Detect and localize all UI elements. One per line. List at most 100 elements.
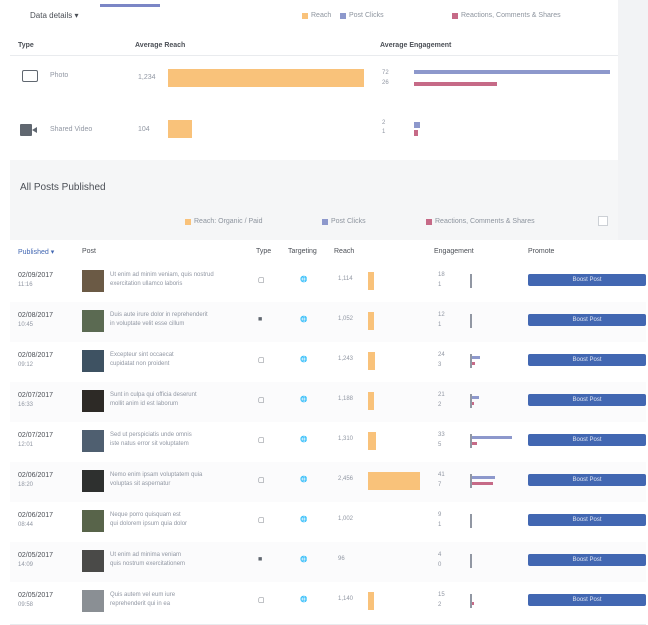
boost-post-button[interactable]: Boost Post (528, 394, 646, 406)
globe-icon: 🌐 (300, 397, 308, 403)
legend-label: Reactions, Comments & Shares (435, 218, 535, 225)
globe-icon: 🌐 (300, 597, 308, 603)
post-reach-value: 1,052 (338, 316, 354, 322)
table-row[interactable]: 02/07/2017 12:01 Sed ut perspiciatis unde … (10, 422, 646, 465)
engagement-value: 15 (438, 592, 445, 598)
summary-type-label: Shared Video (50, 126, 93, 133)
boost-post-button[interactable]: Boost Post (528, 474, 646, 486)
table-row[interactable]: 02/05/2017 14:09 Ut enim ad minima veniam q… (10, 542, 646, 585)
legend-item[interactable]: Reactions, Comments & Shares (452, 12, 561, 19)
summary-type-label: Photo (50, 72, 69, 79)
post-reach-value: 1,114 (338, 276, 353, 282)
post-time: 09:12 (18, 362, 34, 368)
post-thumbnail[interactable] (82, 590, 104, 612)
col-reach-header: Reach (334, 248, 355, 255)
col-type-header: Type (256, 248, 272, 255)
boost-post-button[interactable]: Boost Post (528, 314, 646, 326)
table-row[interactable]: 02/07/2017 16:33 Sunt in culpa qui officia… (10, 382, 646, 425)
post-thumbnail[interactable] (82, 550, 104, 572)
post-thumbnail[interactable] (82, 310, 104, 332)
summary-eng-value: 1 (382, 129, 386, 135)
engagement-value: 7 (438, 482, 442, 488)
table-row[interactable]: 02/06/2017 08:44 Neque porro quisquam est q… (10, 502, 646, 545)
legend-item[interactable]: Reach (302, 12, 331, 19)
post-type-icon: ■ (258, 316, 263, 323)
post-subtitle: mollit anim id est laborum (110, 401, 179, 407)
legend-item[interactable]: Post Clicks (322, 218, 366, 225)
legend-item[interactable]: Post Clicks (340, 12, 384, 19)
engagement-value: 3 (438, 362, 442, 368)
post-time: 11:16 (18, 282, 33, 288)
post-title[interactable]: Nemo enim ipsam voluptatem quia (110, 472, 202, 478)
post-thumbnail[interactable] (82, 430, 104, 452)
post-date: 02/05/2017 (18, 592, 54, 599)
reactions-bar (472, 482, 493, 485)
globe-icon: 🌐 (300, 477, 308, 483)
tab-indicator (100, 4, 160, 7)
data-details-tab[interactable]: Data details ▾ (30, 11, 78, 20)
col-avg-engagement-header: Average Engagement (380, 42, 452, 49)
table-row[interactable]: 02/09/2017 11:16 Ut enim ad minim veniam, … (10, 262, 646, 305)
post-type-icon: ▢ (258, 357, 265, 364)
legend-label: Reactions, Comments & Shares (461, 12, 561, 19)
post-title[interactable]: Ut enim ad minima veniam (110, 552, 181, 558)
engagement-axis (470, 274, 472, 288)
table-row[interactable]: 02/08/2017 10:45 Duis aute irure dolor in … (10, 302, 646, 345)
reach-bar (368, 592, 374, 610)
globe-icon: 🌐 (300, 277, 308, 283)
post-thumbnail[interactable] (82, 350, 104, 372)
summary-reach-value: 104 (138, 126, 150, 133)
col-published-header[interactable]: Published ▾ (18, 248, 54, 256)
post-thumbnail[interactable] (82, 510, 104, 532)
legend-swatch (452, 12, 458, 19)
settings-button[interactable] (598, 216, 608, 226)
legend-swatch (302, 12, 308, 19)
post-title[interactable]: Excepteur sint occaecat (110, 352, 174, 358)
table-row[interactable]: 02/06/2017 18:20 Nemo enim ipsam voluptate… (10, 462, 646, 505)
col-avg-reach-header: Average Reach (135, 42, 186, 49)
post-reach-value: 1,140 (338, 596, 354, 602)
post-thumbnail[interactable] (82, 470, 104, 492)
boost-post-button[interactable]: Boost Post (528, 594, 646, 606)
legend-swatch (426, 218, 432, 225)
legend-label: Reach: Organic / Paid (194, 218, 263, 225)
table-row[interactable]: 02/08/2017 09:12 Excepteur sint occaecat cu… (10, 342, 646, 385)
boost-post-button[interactable]: Boost Post (528, 434, 646, 446)
post-title[interactable]: Neque porro quisquam est (110, 512, 181, 518)
post-type-icon: ▢ (258, 437, 265, 444)
post-title[interactable]: Sed ut perspiciatis unde omnis (110, 432, 192, 438)
legend-item[interactable]: Reach: Organic / Paid (185, 218, 262, 225)
boost-post-button[interactable]: Boost Post (528, 274, 646, 286)
post-reach-value: 96 (338, 556, 345, 562)
post-thumbnail[interactable] (82, 270, 104, 292)
clicks-bar (472, 396, 479, 399)
summary-clicks-bar (414, 122, 420, 128)
post-type-icon: ▢ (258, 597, 265, 604)
reactions-bar (472, 602, 475, 605)
engagement-value: 33 (438, 432, 445, 438)
legend-item[interactable]: Reactions, Comments & Shares (426, 218, 535, 225)
right-scroll-strip[interactable] (618, 0, 648, 240)
post-date: 02/06/2017 (18, 472, 54, 479)
post-type-icon: ■ (258, 556, 263, 563)
table-row[interactable]: 02/05/2017 09:58 Quis autem vel eum iure re… (10, 582, 646, 625)
legend-swatch (185, 218, 191, 225)
post-title[interactable]: Sunt in culpa qui officia deserunt (110, 392, 197, 398)
boost-post-button[interactable]: Boost Post (528, 354, 646, 366)
post-type-icon: ▢ (258, 277, 265, 284)
boost-post-button[interactable]: Boost Post (528, 514, 646, 526)
post-subtitle: cupidatat non proident (110, 361, 170, 367)
post-reach-value: 1,243 (338, 356, 354, 362)
post-subtitle: reprehenderit qui in ea (110, 601, 171, 607)
post-thumbnail[interactable] (82, 390, 104, 412)
post-date: 02/07/2017 (18, 432, 54, 439)
post-title[interactable]: Duis aute irure dolor in reprehenderit (110, 312, 208, 318)
post-title[interactable]: Quis autem vel eum iure (110, 592, 175, 598)
boost-post-button[interactable]: Boost Post (528, 554, 646, 566)
post-title[interactable]: Ut enim ad minim veniam, quis nostrud (110, 272, 214, 278)
summary-reach-bar (168, 120, 192, 138)
summary-eng-value: 26 (382, 80, 389, 86)
post-date: 02/06/2017 (18, 512, 54, 519)
post-type-icon: ▢ (258, 517, 265, 524)
post-time: 10:45 (18, 322, 34, 328)
